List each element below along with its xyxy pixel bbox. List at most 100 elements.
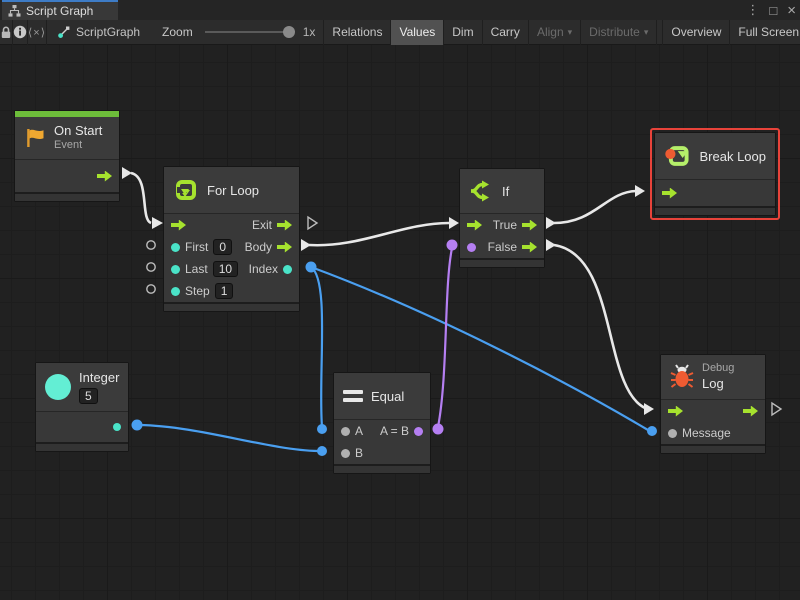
integer-out-port[interactable] — [113, 423, 121, 431]
message-port-label: Message — [682, 426, 731, 440]
node-footer — [164, 302, 299, 311]
wire-false-to-debuglog[interactable] — [546, 239, 654, 415]
body-port-label: Body — [245, 240, 272, 254]
title-bar: Script Graph ⋮ □ × — [0, 0, 800, 20]
flow-in-port[interactable] — [668, 406, 683, 417]
first-value-field[interactable]: 0 — [213, 239, 232, 255]
zoom-value: 1x — [303, 25, 316, 39]
script-graph-icon — [57, 25, 71, 39]
close-icon[interactable]: × — [787, 2, 796, 19]
break-loop-icon — [664, 143, 692, 169]
forloop-unconnected-input-ports[interactable] — [147, 241, 155, 293]
node-on-start[interactable]: On Start Event — [14, 110, 120, 202]
flow-in-port[interactable] — [662, 188, 677, 199]
bug-icon — [670, 364, 694, 390]
tab-script-graph[interactable]: Script Graph — [2, 0, 118, 20]
wire-body-to-if[interactable] — [301, 217, 459, 251]
node-break-loop[interactable]: Break Loop — [654, 132, 776, 216]
wire-equal-to-if-condition[interactable] — [433, 240, 458, 435]
align-button[interactable]: Align ▾ — [529, 20, 581, 45]
wire-onstart-to-forloop[interactable] — [122, 167, 163, 229]
equal-a-port[interactable] — [341, 427, 350, 436]
chevron-down-icon: ▾ — [644, 27, 649, 38]
branch-icon — [469, 178, 494, 204]
true-port-label: True — [493, 218, 517, 232]
node-footer — [460, 258, 544, 267]
node-footer — [661, 444, 765, 453]
debuglog-out-unconnected-port[interactable] — [772, 403, 781, 415]
selection-outline: Break Loop — [650, 128, 780, 220]
graph-tab-icon — [8, 5, 21, 17]
edit-source-button[interactable]: ⟨×⟩ — [28, 20, 47, 45]
flow-in-port[interactable] — [467, 220, 482, 231]
node-footer — [15, 192, 119, 201]
last-value-field[interactable]: 10 — [213, 261, 238, 277]
node-footer — [655, 206, 775, 215]
message-port[interactable] — [668, 429, 677, 438]
body-port[interactable] — [277, 242, 292, 253]
last-port[interactable] — [171, 265, 180, 274]
window-menu-icon[interactable]: ⋮ — [746, 2, 759, 18]
wire-index-to-equal-a[interactable] — [311, 267, 327, 434]
first-port[interactable] — [171, 243, 180, 252]
equal-icon — [343, 390, 363, 402]
condition-port[interactable] — [467, 243, 476, 252]
lock-button[interactable] — [0, 20, 13, 45]
node-title: Integer — [79, 370, 119, 386]
inspect-button[interactable] — [13, 20, 28, 45]
graph-canvas[interactable]: On Start Event For L — [0, 45, 800, 600]
integer-value-field[interactable]: 5 — [79, 388, 98, 404]
equal-b-port[interactable] — [341, 449, 350, 458]
exit-port[interactable] — [277, 220, 292, 231]
last-port-label: Last — [185, 262, 208, 276]
node-if[interactable]: If True False — [459, 168, 545, 268]
node-for-loop[interactable]: For Loop Exit First 0 Body — [163, 166, 300, 312]
exit-unconnected-port[interactable] — [308, 217, 317, 229]
flow-out-port[interactable] — [97, 171, 112, 182]
distribute-button[interactable]: Distribute ▾ — [581, 20, 657, 45]
node-subtitle: Event — [54, 139, 102, 153]
zoom-slider-knob[interactable] — [283, 26, 295, 38]
flow-in-port[interactable] — [171, 220, 186, 231]
true-port[interactable] — [522, 220, 537, 231]
exit-port-label: Exit — [252, 218, 272, 232]
equal-a-label: A — [355, 424, 363, 438]
false-port[interactable] — [522, 242, 537, 253]
loop-icon — [173, 177, 199, 203]
step-port-label: Step — [185, 284, 210, 298]
full-screen-button[interactable]: Full Screen — [730, 20, 800, 45]
tab-title: Script Graph — [26, 4, 93, 18]
step-port[interactable] — [171, 287, 180, 296]
flag-icon — [24, 127, 46, 149]
zoom-label: Zoom — [162, 25, 193, 39]
graph-name: ScriptGraph — [76, 25, 140, 39]
node-debug-log[interactable]: Debug Log Message — [660, 354, 766, 454]
relations-button[interactable]: Relations — [323, 20, 391, 45]
unity-visual-scripting-window: Script Graph ⋮ □ × ⟨×⟩ — [0, 0, 800, 600]
chevron-down-icon: ▾ — [568, 27, 573, 38]
zoom-slider[interactable] — [205, 31, 293, 33]
node-title: Break Loop — [700, 149, 767, 164]
node-title: Log — [702, 376, 734, 392]
node-title: If — [502, 184, 509, 199]
wire-integer-to-equal-b[interactable] — [132, 420, 328, 457]
index-port[interactable] — [283, 265, 292, 274]
dim-button[interactable]: Dim — [444, 20, 482, 45]
first-port-label: First — [185, 240, 208, 254]
code-icon: ⟨×⟩ — [28, 26, 46, 39]
equal-result-port[interactable] — [414, 427, 423, 436]
step-value-field[interactable]: 1 — [215, 283, 234, 299]
overview-button[interactable]: Overview — [662, 20, 730, 45]
graph-breadcrumb[interactable]: ScriptGraph — [57, 25, 140, 39]
lock-icon — [0, 26, 12, 39]
node-equal[interactable]: Equal A A = B B — [333, 372, 431, 474]
flow-out-port[interactable] — [743, 406, 758, 417]
carry-button[interactable]: Carry — [483, 20, 529, 45]
node-integer[interactable]: Integer 5 — [35, 362, 129, 452]
node-title: Equal — [371, 389, 404, 404]
zoom-control: Zoom 1x — [162, 25, 323, 39]
maximize-icon[interactable]: □ — [769, 3, 777, 18]
integer-icon — [45, 374, 71, 400]
wire-true-to-breakloop[interactable] — [546, 185, 645, 229]
values-button[interactable]: Values — [391, 20, 444, 45]
